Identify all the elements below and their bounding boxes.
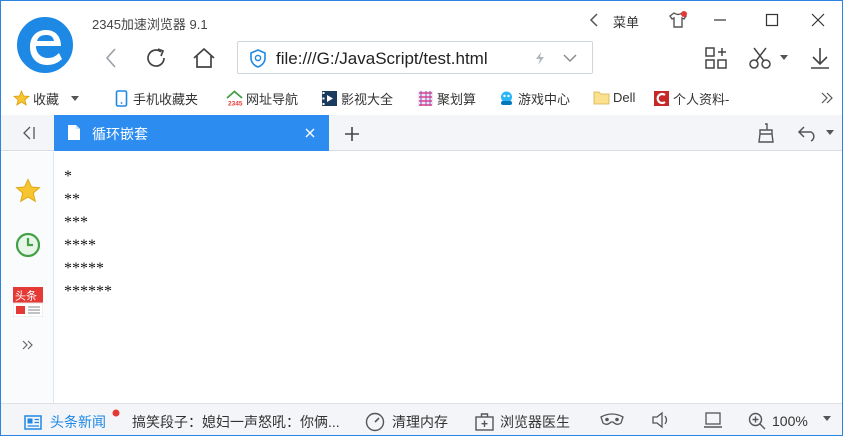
scissors-icon[interactable] <box>747 45 775 71</box>
minimize-icon[interactable] <box>709 9 731 31</box>
speaker-icon[interactable] <box>649 410 673 430</box>
bookmark-label: Dell <box>613 90 636 105</box>
home-icon[interactable] <box>190 45 218 71</box>
tab-bar: 循环嵌套 <box>1 115 842 151</box>
pattern-line: ****** <box>64 283 112 300</box>
bookmark-label: 个人资料- <box>673 92 730 107</box>
joke-text: 搞笑段子：媳妇一声怒吼：你俩... <box>132 414 340 430</box>
pattern-line: * <box>64 168 72 185</box>
pattern-line: *** <box>64 214 88 231</box>
bookmark-games[interactable]: 游戏中心 <box>498 89 570 108</box>
bookmark-favorites[interactable]: 收藏 <box>13 89 80 108</box>
bookmark-juhuasuan[interactable]: 聚划算 <box>417 89 476 108</box>
incognito-mask-icon[interactable] <box>599 410 625 430</box>
browser-window: 2345加速浏览器 9.1 菜单 file:///G:/JavaScript/t… <box>0 0 843 436</box>
page-content: * ** *** **** ***** ****** <box>55 152 842 403</box>
bookmarks-bar: 收藏 手机收藏夹 2345 网址导航 影视大全 聚划算 游戏中心 Dell 个人… <box>1 81 842 115</box>
pattern-line: ** <box>64 191 80 208</box>
sidebar: 头条 <box>1 152 54 403</box>
back-icon[interactable] <box>99 45 123 71</box>
address-bar[interactable]: file:///G:/JavaScript/test.html <box>237 41 593 74</box>
skin-shirt-icon[interactable] <box>667 9 689 31</box>
sidebar-favorites-star-icon[interactable] <box>14 177 42 205</box>
monitor-icon[interactable] <box>701 410 725 430</box>
star-icon <box>13 90 30 106</box>
close-window-icon[interactable] <box>807 9 829 31</box>
bookmark-nav[interactable]: 2345 网址导航 <box>226 89 298 108</box>
zoom-icon <box>748 412 766 430</box>
news-button[interactable]: 头条新闻 <box>24 412 106 432</box>
phone-icon <box>115 90 128 107</box>
star-pattern: * ** *** **** ***** ****** <box>64 165 112 303</box>
zoom-dropdown-icon[interactable] <box>822 415 832 423</box>
doctor-label: 浏览器医生 <box>500 414 570 430</box>
bookmark-label: 聚划算 <box>437 92 477 107</box>
undo-icon[interactable] <box>797 122 819 144</box>
bookmark-dell[interactable]: Dell <box>593 89 635 106</box>
bookmark-label: 收藏 <box>33 92 60 107</box>
double-chevron-right-icon[interactable] <box>819 90 835 106</box>
game-icon <box>501 91 512 105</box>
pattern-line: ***** <box>64 260 104 277</box>
browser-logo-icon <box>15 15 75 75</box>
menu-button[interactable]: 菜单 <box>613 12 639 31</box>
svg-text:2345: 2345 <box>228 101 243 108</box>
house-2345-icon: 2345 <box>226 90 243 107</box>
bookmark-mobile[interactable]: 手机收藏夹 <box>113 89 198 108</box>
broom-clean-icon[interactable] <box>755 122 777 144</box>
bookmark-label: 手机收藏夹 <box>133 92 199 107</box>
sidebar-toutiao-news-icon[interactable]: 头条 <box>13 286 43 318</box>
tab-title: 循环嵌套 <box>92 126 148 142</box>
sidebar-history-clock-icon[interactable] <box>14 231 42 259</box>
new-tab-icon[interactable] <box>341 123 363 145</box>
newspaper-icon <box>24 414 42 430</box>
chevron-down-icon[interactable] <box>71 95 80 102</box>
notification-dot <box>112 409 120 417</box>
scissors-dropdown-icon[interactable] <box>778 53 790 63</box>
page-icon <box>68 125 80 140</box>
apps-grid-icon[interactable] <box>702 45 730 71</box>
url-text[interactable]: file:///G:/JavaScript/test.html <box>276 49 488 69</box>
collapse-sidebar-icon[interactable] <box>19 125 39 141</box>
svg-text:头条: 头条 <box>15 289 37 303</box>
news-label: 头条新闻 <box>50 414 106 430</box>
clean-memory-label: 清理内存 <box>392 414 448 430</box>
bookmark-label: 影视大全 <box>341 92 394 107</box>
lightning-icon[interactable] <box>534 51 546 66</box>
app-title: 2345加速浏览器 9.1 <box>92 17 208 32</box>
bookmark-video[interactable]: 影视大全 <box>321 89 393 108</box>
pattern-line: **** <box>64 237 96 254</box>
refresh-icon[interactable] <box>142 45 170 71</box>
browser-doctor-button[interactable]: 浏览器医生 <box>475 412 570 432</box>
gauge-icon <box>365 412 385 432</box>
zoom-level: 100% <box>772 413 808 429</box>
c-logo-icon <box>654 91 669 106</box>
download-icon[interactable] <box>806 45 834 71</box>
chevron-left-icon[interactable] <box>586 11 602 29</box>
bookmark-label: 游戏中心 <box>518 92 571 107</box>
medical-kit-icon <box>475 413 494 431</box>
chevron-down-icon[interactable] <box>563 53 577 63</box>
undo-dropdown-icon[interactable] <box>825 129 835 137</box>
sidebar-expand-icon[interactable] <box>19 337 37 353</box>
film-icon <box>322 91 337 106</box>
bookmark-label: 网址导航 <box>246 92 299 107</box>
toolbar-area: 2345加速浏览器 9.1 菜单 file:///G:/JavaScript/t… <box>1 1 842 81</box>
maximize-icon[interactable] <box>761 9 783 31</box>
tab-active[interactable]: 循环嵌套 <box>54 115 329 151</box>
zoom-control[interactable]: 100% <box>748 412 808 430</box>
status-bar: 头条新闻 搞笑段子：媳妇一声怒吼：你俩... 清理内存 浏览器医生 100% <box>1 403 842 435</box>
clean-memory-button[interactable]: 清理内存 <box>365 412 448 432</box>
juhuasuan-icon <box>418 91 433 106</box>
close-tab-icon[interactable] <box>305 128 315 138</box>
folder-icon <box>593 91 610 105</box>
security-shield-icon <box>250 49 266 68</box>
bookmark-profile[interactable]: 个人资料- <box>653 89 729 108</box>
joke-headline-link[interactable]: 搞笑段子：媳妇一声怒吼：你俩... <box>132 412 340 432</box>
